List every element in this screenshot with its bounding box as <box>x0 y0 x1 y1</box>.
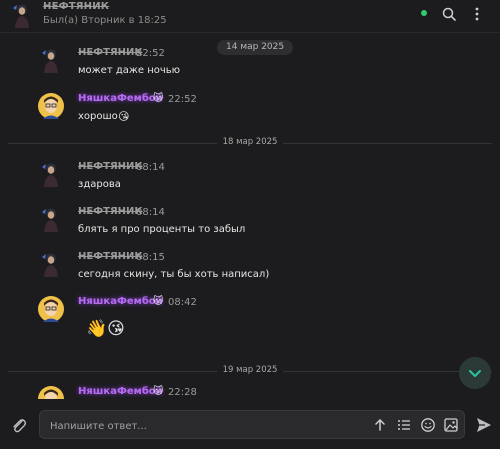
message-text: сегодня скину, ты бы хоть написал) <box>78 269 270 280</box>
last-seen-status: Был(а) Вторник в 18:25 <box>43 15 167 26</box>
composer <box>0 400 500 449</box>
avatar[interactable] <box>38 93 64 119</box>
message-emoji: 😘 <box>118 110 130 123</box>
message-author[interactable]: НЕФТЯНИК <box>78 161 143 172</box>
search-icon[interactable] <box>441 6 457 22</box>
message-author[interactable]: НяшкаФембой <box>78 93 163 104</box>
avatar[interactable] <box>38 251 64 277</box>
message-input-box[interactable] <box>39 410 465 439</box>
cat-badge-icon: 🐱 <box>153 386 164 397</box>
message-input[interactable] <box>48 417 352 435</box>
date-separator-label: 19 мар 2025 <box>216 365 284 375</box>
list-format-icon[interactable] <box>396 417 412 433</box>
cat-badge-icon: 🐱 <box>153 296 164 307</box>
avatar[interactable] <box>38 161 64 187</box>
image-icon[interactable] <box>443 417 459 433</box>
emoji-icon[interactable] <box>420 417 436 433</box>
message-feed[interactable]: 14 мар 2025 НЕФТЯНИК 22:52 может даже но… <box>0 33 500 399</box>
avatar[interactable] <box>38 386 64 399</box>
message-time: 22:52 <box>136 48 165 59</box>
message-text: хорошо <box>78 111 118 122</box>
arrow-up-icon[interactable] <box>372 417 388 433</box>
date-separator: 18 мар 2025 <box>8 137 492 149</box>
contact-avatar[interactable] <box>9 2 35 28</box>
date-pill: 14 мар 2025 <box>217 40 294 55</box>
message-author[interactable]: НЕФТЯНИК <box>78 206 143 217</box>
message-time: 08:15 <box>136 252 165 263</box>
message-author[interactable]: НяшкаФембой <box>78 386 163 397</box>
kebab-menu-icon[interactable] <box>469 6 485 22</box>
date-separator-label: 18 мар 2025 <box>216 137 284 147</box>
paperclip-icon[interactable] <box>10 417 28 435</box>
message-author[interactable]: НяшкаФембой <box>78 296 163 307</box>
avatar[interactable] <box>38 206 64 232</box>
message-time: 22:28 <box>168 387 197 398</box>
scroll-to-bottom-button[interactable] <box>459 357 491 389</box>
avatar[interactable] <box>38 296 64 322</box>
send-icon[interactable] <box>475 416 493 434</box>
message-text: может даже ночью <box>78 65 181 76</box>
date-separator: 19 мар 2025 <box>8 365 492 377</box>
message-author[interactable]: НЕФТЯНИК <box>78 251 143 262</box>
message-time: 08:14 <box>136 207 165 218</box>
sticker[interactable]: 👋😘 <box>86 319 125 339</box>
chat-title: НЕФТЯНИК <box>43 1 110 12</box>
online-indicator <box>421 10 427 16</box>
message-time: 22:52 <box>168 94 197 105</box>
message-text: здарова <box>78 179 121 190</box>
message-time: 08:14 <box>136 162 165 173</box>
avatar[interactable] <box>38 47 64 73</box>
chat-header: НЕФТЯНИК Был(а) Вторник в 18:25 <box>0 0 500 33</box>
message-text: блять я про проценты то забыл <box>78 224 246 235</box>
message-author[interactable]: НЕФТЯНИК <box>78 47 143 58</box>
message-time: 08:42 <box>168 297 197 308</box>
cat-badge-icon: 🐱 <box>153 93 164 104</box>
